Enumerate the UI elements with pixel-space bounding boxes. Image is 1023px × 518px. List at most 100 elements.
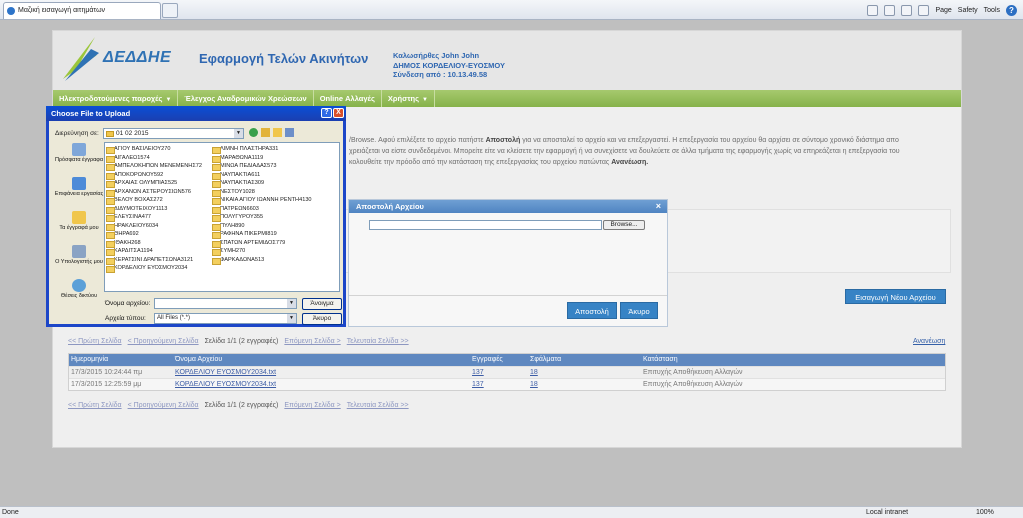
- first-page-link[interactable]: << Πρώτη Σελίδα: [68, 338, 122, 345]
- folder-item[interactable]: ΣΠΑΤΩΝ ΑΡΤΕΜΙΔΟΣ779: [211, 239, 312, 247]
- refresh-link[interactable]: Ανανέωση: [913, 338, 945, 345]
- folder-icon: [106, 131, 114, 137]
- pager-bottom: << Πρώτη Σελίδα < Προηγούμενη Σελίδα Σελ…: [68, 402, 409, 409]
- folder-item[interactable]: ΝΕΣΤΟΥ1028: [211, 188, 312, 196]
- file-list-column-1: ΑΓΙΟΥ ΒΑΣΙΛΕΙΟΥ270 ΑΙΓΑΛΕΩ1574 ΑΜΠΕΛΟΚΗΠΩΝ…: [105, 145, 202, 273]
- place-my-documents[interactable]: Τα έγγραφά μου: [53, 210, 105, 244]
- help-icon[interactable]: ?: [1006, 4, 1017, 16]
- col-date[interactable]: Ημερομηνία: [69, 354, 173, 366]
- menu-item-supplies[interactable]: Ηλεκτροδοτούμενες παροχές ▼: [53, 90, 179, 107]
- folder-item[interactable]: ΕΛΕΥΣΙΝΑ477: [105, 213, 202, 222]
- send-button[interactable]: Αποστολή: [567, 302, 617, 319]
- folder-item[interactable]: ΑΓΙΟΥ ΒΑΣΙΛΕΙΟΥ270: [105, 145, 202, 154]
- browse-button[interactable]: Browse...: [603, 220, 645, 230]
- upload-modal: Αποστολή Αρχείου × Browse... Αποστολή Άκ…: [348, 199, 668, 327]
- new-file-upload-button[interactable]: Εισαγωγή Νέου Αρχείου: [845, 289, 946, 304]
- first-page-link[interactable]: << Πρώτη Σελίδα: [68, 402, 122, 409]
- place-network[interactable]: Θέσεις δικτύου: [53, 278, 105, 312]
- chevron-down-icon[interactable]: ▼: [287, 314, 296, 323]
- open-button[interactable]: Άνοιγμα: [302, 298, 342, 310]
- folder-item[interactable]: ΜΑΡΑΘΩΝΑ1119: [211, 154, 312, 162]
- file-link[interactable]: ΚΟΡΔΕΛΙΟΥ ΕΥΟΣΜΟΥ2034.txt: [175, 369, 276, 376]
- folder-item[interactable]: ΙΘΑΚΗ268: [105, 239, 202, 247]
- home-icon[interactable]: [867, 4, 879, 16]
- records-link[interactable]: 137: [472, 369, 484, 376]
- file-link[interactable]: ΚΟΡΔΕΛΙΟΥ ΕΥΟΣΜΟΥ2034.txt: [175, 381, 276, 388]
- place-desktop[interactable]: Επιφάνεια εργασίας: [53, 176, 105, 210]
- folder-item[interactable]: ΠΟΛΥΓΥΡΟΥ355: [211, 213, 312, 222]
- folder-item[interactable]: ΝΙΚΑΙΑ ΑΓΙΟΥ ΙΩΑΝΝΗ ΡΕΝΤΗ4130: [211, 196, 312, 205]
- page-menu[interactable]: Page: [935, 7, 951, 14]
- prev-page-link[interactable]: < Προηγούμενη Σελίδα: [128, 402, 199, 409]
- cancel-button[interactable]: Άκυρο: [620, 302, 658, 319]
- chevron-down-icon[interactable]: ▼: [234, 129, 243, 138]
- folder-item[interactable]: ΗΡΑΚΛΕΙΟΥ6034: [105, 222, 202, 230]
- col-errors[interactable]: Σφάλματα: [528, 354, 641, 366]
- dialog-cancel-button[interactable]: Άκυρο: [302, 313, 342, 325]
- folder-item[interactable]: ΠΑΤΡΕΩΝ6603: [211, 205, 312, 213]
- last-page-link[interactable]: Τελευταία Σελίδα >>: [347, 402, 409, 409]
- new-folder-icon[interactable]: [273, 128, 282, 137]
- folder-item[interactable]: ΝΑΥΠΑΚΤΙΑΣ309: [211, 179, 312, 188]
- place-recent[interactable]: Πρόσφατα έγγραφα: [53, 142, 105, 176]
- folder-item[interactable]: ΑΡΧΑΝΩΝ ΑΣΤΕΡΟΥΣΙΩΝ576: [105, 188, 202, 196]
- folder-item[interactable]: ΣΥΜΗ270: [211, 247, 312, 256]
- print-icon[interactable]: [918, 4, 930, 16]
- folder-item[interactable]: ΑΡΧΑΙΑΣ ΟΛΥΜΠΙΑΣ525: [105, 179, 202, 188]
- chevron-down-icon[interactable]: ▼: [287, 299, 296, 308]
- safety-menu[interactable]: Safety: [958, 7, 978, 14]
- file-list: ΑΓΙΟΥ ΒΑΣΙΛΕΙΟΥ270 ΑΙΓΑΛΕΩ1574 ΑΜΠΕΛΟΚΗΠΩΝ…: [104, 142, 340, 292]
- folder-item[interactable]: ΡΑΦΗΝΑ ΠΙΚΕΡΜΙ819: [211, 230, 312, 239]
- close-icon[interactable]: X: [333, 108, 344, 118]
- folder-item[interactable]: ΑΜΠΕΛΟΚΗΠΩΝ ΜΕΝΕΜΕΝΗΣ72: [105, 162, 202, 171]
- network-places-icon: [72, 279, 86, 292]
- new-tab-button[interactable]: [162, 3, 178, 18]
- menu-item-online-changes[interactable]: Online Αλλαγές: [314, 90, 382, 107]
- browser-tab-bar: Μαζική εισαγωγή αιτημάτων Page Safety To…: [0, 0, 1023, 20]
- filename-input[interactable]: ▼: [154, 298, 297, 309]
- records-link[interactable]: 137: [472, 381, 484, 388]
- filetype-select[interactable]: All Files (*.*) ▼: [154, 313, 297, 324]
- folder-item[interactable]: ΑΙΓΑΛΕΩ1574: [105, 154, 202, 162]
- errors-link[interactable]: 18: [530, 369, 538, 376]
- folder-item[interactable]: ΠΥΛΗ890: [211, 222, 312, 230]
- chevron-down-icon: ▼: [165, 97, 172, 103]
- last-page-link[interactable]: Τελευταία Σελίδα >>: [347, 338, 409, 345]
- browser-tab[interactable]: Μαζική εισαγωγή αιτημάτων: [3, 2, 161, 19]
- back-icon[interactable]: [249, 128, 258, 137]
- menu-item-retro-charges[interactable]: Έλεγχος Αναδρομικών Χρεώσεων: [178, 90, 314, 107]
- page-indicator: Σελίδα 1/1 (2 εγγραφές): [204, 338, 279, 345]
- folder-item[interactable]: ΝΑΥΠΑΚΤΙΑ611: [211, 171, 312, 179]
- folder-item[interactable]: ΘΗΡΑ692: [105, 230, 202, 239]
- menu-item-user[interactable]: Χρήστης ▼: [382, 90, 435, 107]
- up-folder-icon[interactable]: [261, 128, 270, 137]
- col-filename[interactable]: Όνομα Αρχείου: [173, 354, 470, 366]
- feeds-icon[interactable]: [884, 4, 896, 16]
- folder-item[interactable]: ΔΙΔΥΜΟΤΕΙΧΟΥ1113: [105, 205, 202, 213]
- table-row: 17/3/2015 10:24:44 πμ ΚΟΡΔΕΛΙΟΥ ΕΥΟΣΜΟΥ2…: [69, 366, 945, 378]
- look-in-select[interactable]: 01 02 2015 ▼: [103, 128, 244, 139]
- place-my-computer[interactable]: Ο Υπολογιστής μου: [53, 244, 105, 278]
- next-page-link[interactable]: Επόμενη Σελίδα >: [284, 338, 340, 345]
- tools-menu[interactable]: Tools: [984, 7, 1000, 14]
- folder-item[interactable]: ΚΟΡΔΕΛΙΟΥ ΕΥΟΣΜΟΥ2034: [105, 264, 202, 273]
- close-icon[interactable]: ×: [656, 201, 661, 211]
- folder-item[interactable]: ΛΙΜΝΗ ΠΛΑΣΤΗΡΑ331: [211, 145, 312, 154]
- folder-item[interactable]: ΒΕΛΟΥ ΒΟΧΑΣ272: [105, 196, 202, 205]
- next-page-link[interactable]: Επόμενη Σελίδα >: [284, 402, 340, 409]
- file-path-input[interactable]: [369, 220, 602, 230]
- mail-icon[interactable]: [901, 4, 913, 16]
- views-menu-icon[interactable]: [285, 128, 294, 137]
- prev-page-link[interactable]: < Προηγούμενη Σελίδα: [128, 338, 199, 345]
- folder-item[interactable]: ΚΑΡΔΙΤΣΑ1194: [105, 247, 202, 256]
- folder-item[interactable]: ΜΙΝΩΑ ΠΕΔΙΑΔΑΣ573: [211, 162, 312, 171]
- zoom-level[interactable]: 100%: [976, 507, 994, 518]
- folder-item[interactable]: ΑΠΟΚΟΡΩΝΟΥ592: [105, 171, 202, 179]
- help-icon[interactable]: ?: [321, 108, 332, 118]
- col-records[interactable]: Εγγραφές: [470, 354, 528, 366]
- errors-link[interactable]: 18: [530, 381, 538, 388]
- folder-item[interactable]: ΚΕΡΑΤΣΙΝΙ ΔΡΑΠΕΤΣΩΝΑ3121: [105, 256, 202, 264]
- col-status[interactable]: Κατάσταση: [641, 354, 945, 366]
- dialog-title-bar: Choose File to Upload ? X: [46, 106, 346, 121]
- folder-item[interactable]: ΦΑΡΚΑΔΩΝΑ513: [211, 256, 312, 264]
